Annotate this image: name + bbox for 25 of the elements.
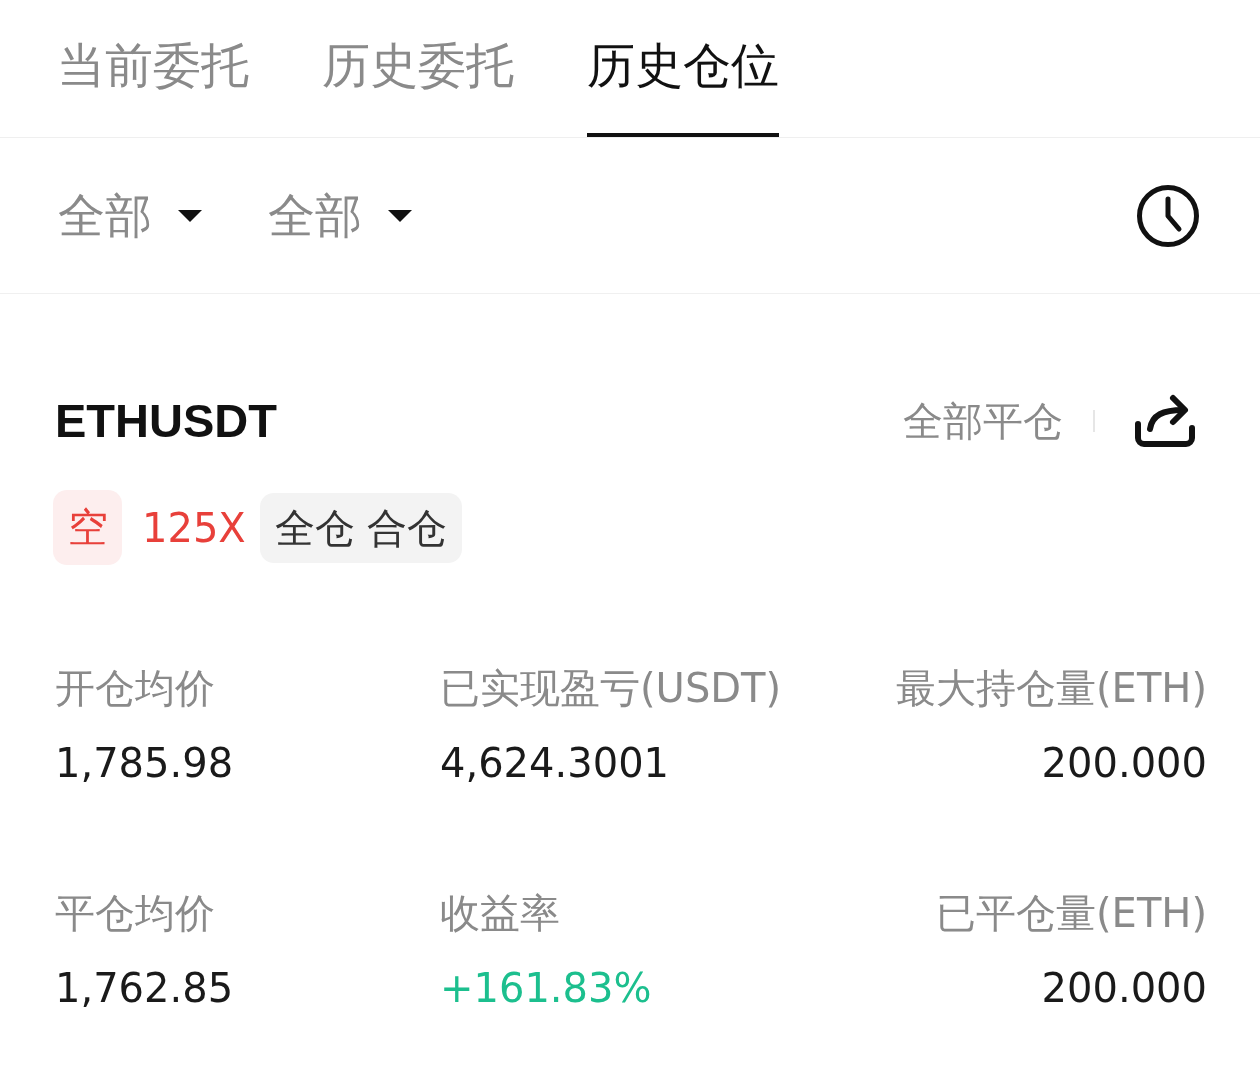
leverage-text: 125X bbox=[142, 503, 246, 553]
side-tag: 空 bbox=[53, 490, 122, 565]
field-label: 已平仓量(ETH) bbox=[936, 889, 1207, 938]
caret-icon bbox=[178, 209, 202, 222]
field-label: 开仓均价 bbox=[55, 664, 216, 713]
field-label: 收益率 bbox=[440, 889, 561, 938]
tab[interactable]: 当前委托 bbox=[57, 0, 249, 137]
field-value: 200.000 bbox=[1041, 964, 1207, 1013]
filter-dropdown[interactable]: 全部 bbox=[58, 185, 202, 246]
field-label: 已实现盈亏(USDT) bbox=[440, 664, 783, 713]
field-label: 平仓均价 bbox=[55, 889, 216, 938]
field-value: 1,762.85 bbox=[55, 964, 235, 1013]
field-value: 1,785.98 bbox=[55, 739, 235, 788]
clock-icon[interactable] bbox=[1136, 183, 1200, 248]
tab[interactable]: 历史委托 bbox=[322, 0, 514, 137]
field-label: 最大持仓量(ETH) bbox=[896, 664, 1207, 713]
symbol-title: ETHUSDT bbox=[55, 393, 277, 449]
field-value: +161.83% bbox=[440, 964, 653, 1013]
field-value: 4,624.3001 bbox=[440, 739, 671, 788]
caret-icon bbox=[388, 209, 412, 222]
close-all-link[interactable]: 全部平仓 bbox=[903, 396, 1063, 446]
field-value: 200.000 bbox=[1041, 739, 1207, 788]
margin-mode-tag: 全仓 合仓 bbox=[259, 492, 463, 563]
filter-dropdown[interactable]: 全部 bbox=[268, 185, 412, 246]
tab[interactable]: 历史仓位 bbox=[587, 0, 779, 137]
